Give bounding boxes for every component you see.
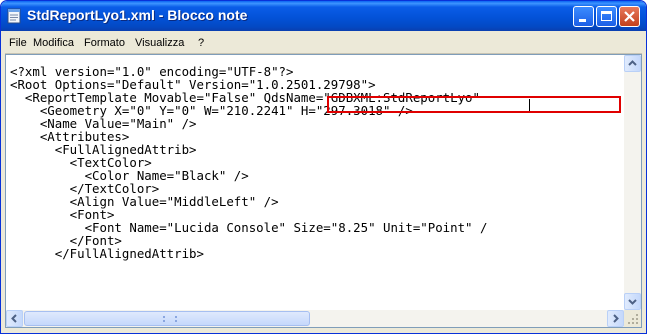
minimize-icon [579, 19, 586, 22]
menu-file[interactable]: File [9, 37, 27, 49]
horizontal-scroll-thumb[interactable] [24, 311, 310, 326]
resize-grip[interactable] [624, 310, 641, 327]
menu-help[interactable]: ? [198, 37, 204, 49]
menu-modifica[interactable]: Modifica [33, 37, 74, 49]
horizontal-scrollbar[interactable] [6, 310, 624, 327]
maximize-button[interactable] [596, 6, 617, 27]
menu-visualizza[interactable]: Visualizza [135, 37, 184, 49]
vertical-scrollbar[interactable] [624, 55, 641, 310]
scroll-right-button[interactable] [607, 310, 624, 327]
text-caret [529, 99, 530, 111]
maximize-icon [601, 11, 612, 21]
text-editor[interactable]: <?xml version="1.0" encoding="UTF-8"?> <… [5, 54, 642, 328]
notepad-icon[interactable] [7, 8, 22, 24]
scroll-down-button[interactable] [624, 293, 641, 310]
close-button[interactable] [619, 6, 640, 27]
scroll-left-button[interactable] [6, 310, 23, 327]
scroll-up-button[interactable] [624, 55, 641, 72]
close-icon [624, 11, 635, 22]
notepad-window: StdReportLyo1.xml - Blocco note File Mod… [0, 0, 647, 334]
editor-text-area[interactable]: <?xml version="1.0" encoding="UTF-8"?> <… [10, 65, 623, 309]
minimize-button[interactable] [573, 6, 594, 27]
chevron-right-icon [613, 314, 619, 323]
text-line: </FullAlignedAttrib> [10, 246, 204, 261]
title-bar[interactable]: StdReportLyo1.xml - Blocco note [1, 1, 646, 31]
chevron-down-icon [628, 299, 637, 305]
menu-formato[interactable]: Formato [84, 37, 125, 49]
window-title: StdReportLyo1.xml - Blocco note [27, 7, 248, 23]
resize-grip-icon [628, 314, 638, 324]
chevron-up-icon [628, 60, 637, 66]
menu-bar: File Modifica Formato Visualizza ? [5, 32, 642, 54]
chevron-left-icon [11, 314, 17, 323]
thumb-grip [163, 316, 177, 322]
